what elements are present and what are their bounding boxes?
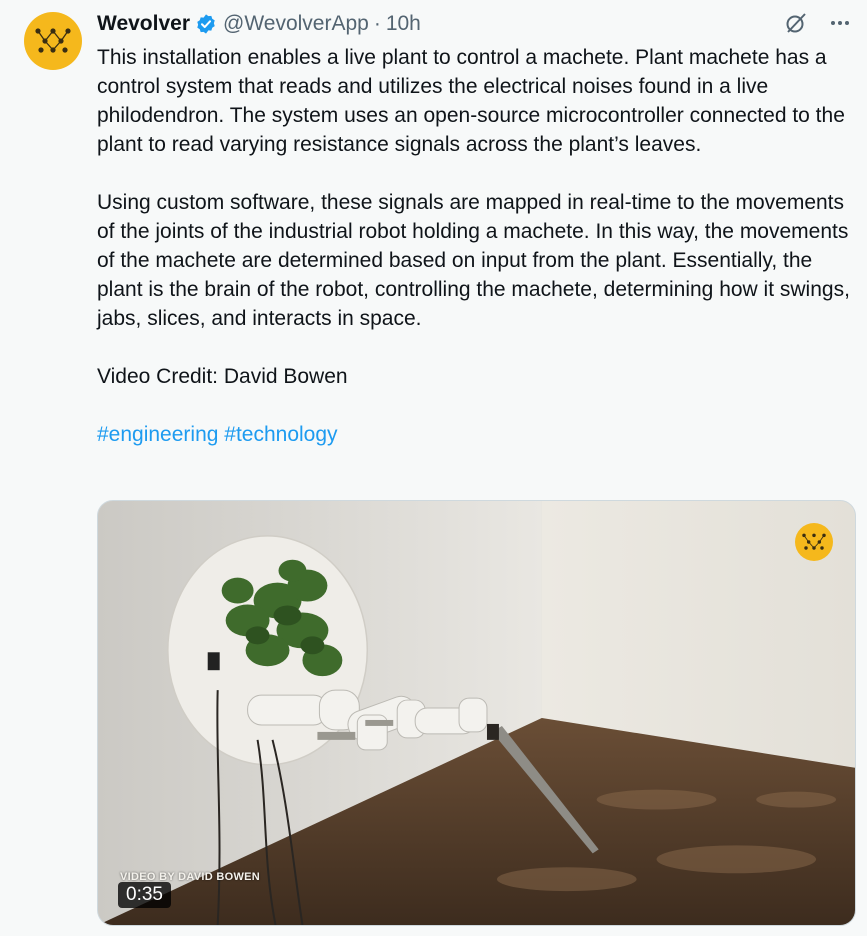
hashtag-link[interactable]: #technology (224, 423, 337, 446)
video-duration: 0:35 (118, 882, 171, 908)
wevolver-logo-icon (35, 28, 71, 53)
video-thumbnail (98, 501, 855, 925)
author-name[interactable]: Wevolver (97, 12, 190, 36)
tweet-header: Wevolver @WevolverApp · 10h (97, 9, 421, 39)
tweet-paragraph: Using custom software, these signals are… (97, 191, 850, 330)
hashtag-link[interactable]: #engineering (97, 423, 218, 446)
tweet-timestamp[interactable]: 10h (386, 12, 421, 36)
separator-dot: · (373, 12, 381, 35)
wevolver-logo-icon (795, 523, 833, 561)
video-player[interactable]: VIDEO BY DAVID BOWEN 0:35 (97, 500, 856, 926)
hashtags: #engineering #technology (97, 420, 857, 449)
verified-badge-icon (195, 13, 217, 35)
video-credit: Video Credit: David Bowen (97, 365, 348, 388)
grok-icon[interactable] (783, 10, 809, 36)
tweet[interactable]: Wevolver @WevolverApp · 10h This install… (0, 0, 867, 936)
more-options-icon[interactable] (827, 10, 853, 36)
tweet-paragraph: This installation enables a live plant t… (97, 46, 845, 156)
tweet-actions-top (783, 10, 853, 36)
author-avatar[interactable] (24, 12, 82, 70)
author-handle[interactable]: @WevolverApp (223, 12, 369, 36)
tweet-text: This installation enables a live plant t… (97, 43, 857, 449)
